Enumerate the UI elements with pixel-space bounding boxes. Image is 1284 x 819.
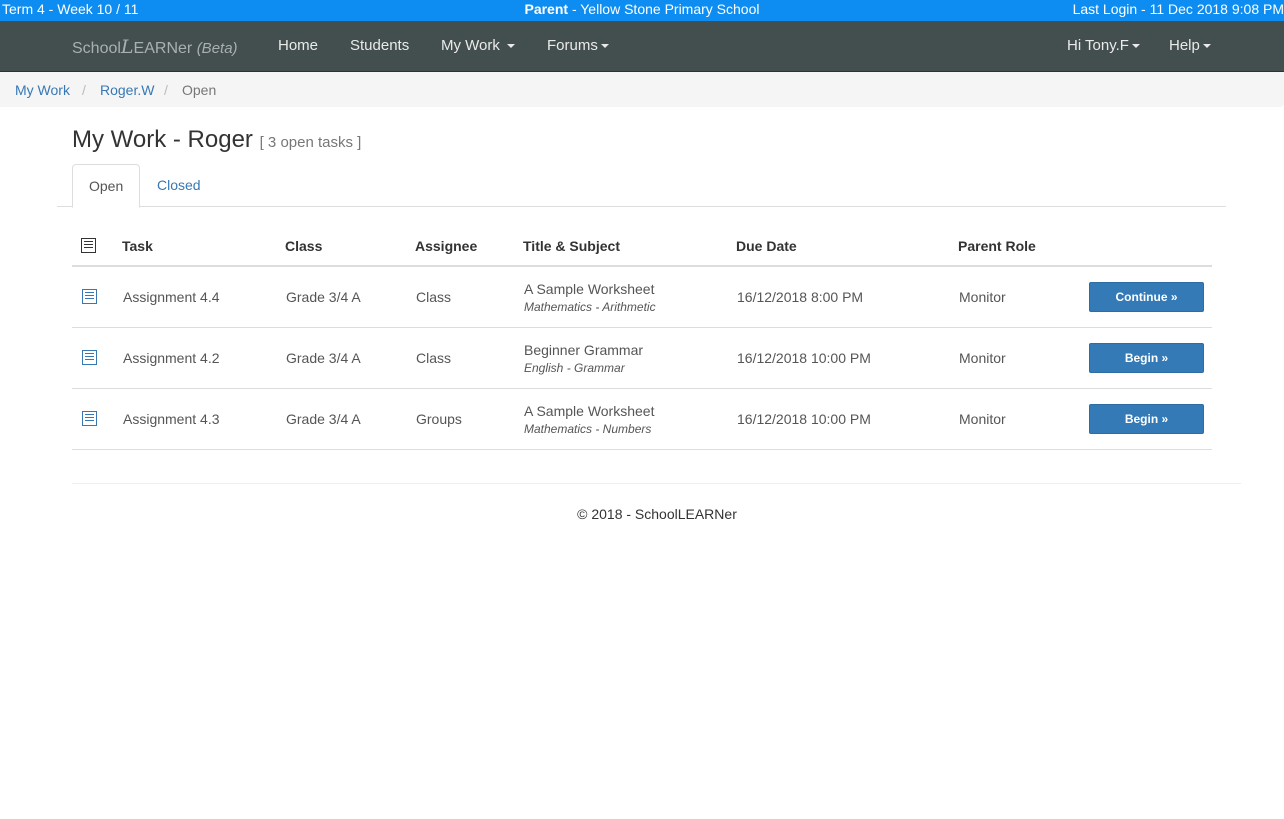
main-navbar: SchoolLEARNer (Beta) Home Students My Wo… <box>0 21 1284 72</box>
breadcrumb-current: Open <box>182 82 217 98</box>
table-row: Assignment 4.4 Grade 3/4 A Class A Sampl… <box>72 266 1212 328</box>
cell-title: A Sample Worksheet <box>524 280 655 297</box>
cell-class: Grade 3/4 A <box>285 327 415 389</box>
cell-class: Grade 3/4 A <box>285 388 415 450</box>
nav-help-label: Help <box>1169 37 1200 54</box>
cell-assignee: Class <box>415 266 523 328</box>
header-action <box>1088 226 1212 267</box>
nav-user-label: Hi Tony.F <box>1067 37 1129 54</box>
tab-closed[interactable]: Closed <box>141 164 217 206</box>
tab-open[interactable]: Open <box>72 164 141 208</box>
row-icon-cell <box>72 266 122 328</box>
top-status-bar: Term 4 - Week 10 / 11 Parent - Yellow St… <box>0 0 1284 21</box>
cell-assignee: Class <box>415 327 523 389</box>
header-icon-cell <box>72 226 122 267</box>
caret-down-icon <box>1131 44 1140 49</box>
nav-forums[interactable]: Forums <box>547 37 609 54</box>
brand-suffix: EARNer <box>133 40 193 57</box>
table-row: Assignment 4.2 Grade 3/4 A Class Beginne… <box>72 327 1212 389</box>
cell-assignee: Groups <box>415 388 523 450</box>
cell-due-date: 16/12/2018 10:00 PM <box>736 388 958 450</box>
worksheet-icon[interactable] <box>82 289 97 304</box>
cell-due-date: 16/12/2018 10:00 PM <box>736 327 958 389</box>
brand-script-letter: L <box>120 36 134 58</box>
header-due-date: Due Date <box>736 226 958 267</box>
footer-copyright: © 2018 - SchoolLEARNer <box>577 506 737 522</box>
page-title: My Work - Roger [ 3 open tasks ] <box>72 126 361 154</box>
nav-help[interactable]: Help <box>1169 37 1211 54</box>
cell-parent-role: Monitor <box>958 266 1088 328</box>
cell-due-date: 16/12/2018 8:00 PM <box>736 266 958 328</box>
nav-home[interactable]: Home <box>278 37 318 54</box>
worksheet-icon[interactable] <box>82 350 97 365</box>
cell-title: A Sample Worksheet <box>524 402 655 419</box>
caret-down-icon <box>1202 44 1211 49</box>
begin-button[interactable]: Begin » <box>1089 343 1204 373</box>
header-task: Task <box>122 226 285 267</box>
breadcrumb-student[interactable]: Roger.W <box>100 82 154 98</box>
table-row: Assignment 4.3 Grade 3/4 A Groups A Samp… <box>72 388 1212 450</box>
cell-action: Continue » <box>1088 266 1212 328</box>
brand-logo[interactable]: SchoolLEARNer (Beta) <box>72 36 238 58</box>
cell-parent-role: Monitor <box>958 388 1088 450</box>
nav-my-work[interactable]: My Work <box>441 37 516 54</box>
breadcrumb-my-work[interactable]: My Work <box>15 82 70 98</box>
caret-down-icon <box>507 44 516 49</box>
header-class: Class <box>285 226 415 267</box>
cell-subject: English - Grammar <box>524 360 625 375</box>
cell-subject: Mathematics - Arithmetic <box>524 299 656 314</box>
task-table: Task Class Assignee Title & Subject Due … <box>72 226 1212 450</box>
nav-my-work-label: My Work <box>441 37 500 54</box>
nav-forums-label: Forums <box>547 37 598 54</box>
caret-down-icon <box>600 44 609 49</box>
breadcrumb-separator: / <box>164 82 168 98</box>
nav-students[interactable]: Students <box>350 37 409 54</box>
nav-user-menu[interactable]: Hi Tony.F <box>1067 37 1140 54</box>
cell-action: Begin » <box>1088 327 1212 389</box>
cell-class: Grade 3/4 A <box>285 266 415 328</box>
header-parent-role: Parent Role <box>958 226 1088 267</box>
brand-beta: (Beta) <box>196 40 238 57</box>
footer-divider <box>72 483 1241 484</box>
open-task-count: [ 3 open tasks ] <box>259 134 362 151</box>
header-assignee: Assignee <box>415 226 523 267</box>
list-icon <box>81 237 96 253</box>
last-login: Last Login - 11 Dec 2018 9:08 PM <box>1072 1 1284 17</box>
continue-button[interactable]: Continue » <box>1089 282 1204 312</box>
cell-action: Begin » <box>1088 388 1212 450</box>
row-icon-cell <box>72 327 122 389</box>
begin-button[interactable]: Begin » <box>1089 404 1204 434</box>
cell-parent-role: Monitor <box>958 327 1088 389</box>
cell-task: Assignment 4.2 <box>122 327 285 389</box>
cell-title-subject: A Sample Worksheet Mathematics - Numbers <box>523 388 736 450</box>
cell-title-subject: Beginner Grammar English - Grammar <box>523 327 736 389</box>
role-label: Parent <box>524 1 569 17</box>
breadcrumb: My Work / Roger.W / Open <box>0 72 1284 107</box>
task-tabs: Open Closed <box>57 164 1226 208</box>
header-title-subject: Title & Subject <box>523 226 736 267</box>
cell-subject: Mathematics - Numbers <box>524 421 652 436</box>
breadcrumb-separator: / <box>82 82 86 98</box>
school-name: - Yellow Stone Primary School <box>571 1 760 17</box>
cell-title-subject: A Sample Worksheet Mathematics - Arithmet… <box>523 266 736 328</box>
worksheet-icon[interactable] <box>82 411 97 426</box>
page-title-text: My Work - Roger <box>72 126 253 153</box>
brand-prefix: School <box>72 40 121 57</box>
cell-title: Beginner Grammar <box>524 341 644 358</box>
row-icon-cell <box>72 388 122 450</box>
table-header-row: Task Class Assignee Title & Subject Due … <box>72 226 1212 267</box>
cell-task: Assignment 4.4 <box>122 266 285 328</box>
cell-task: Assignment 4.3 <box>122 388 285 450</box>
